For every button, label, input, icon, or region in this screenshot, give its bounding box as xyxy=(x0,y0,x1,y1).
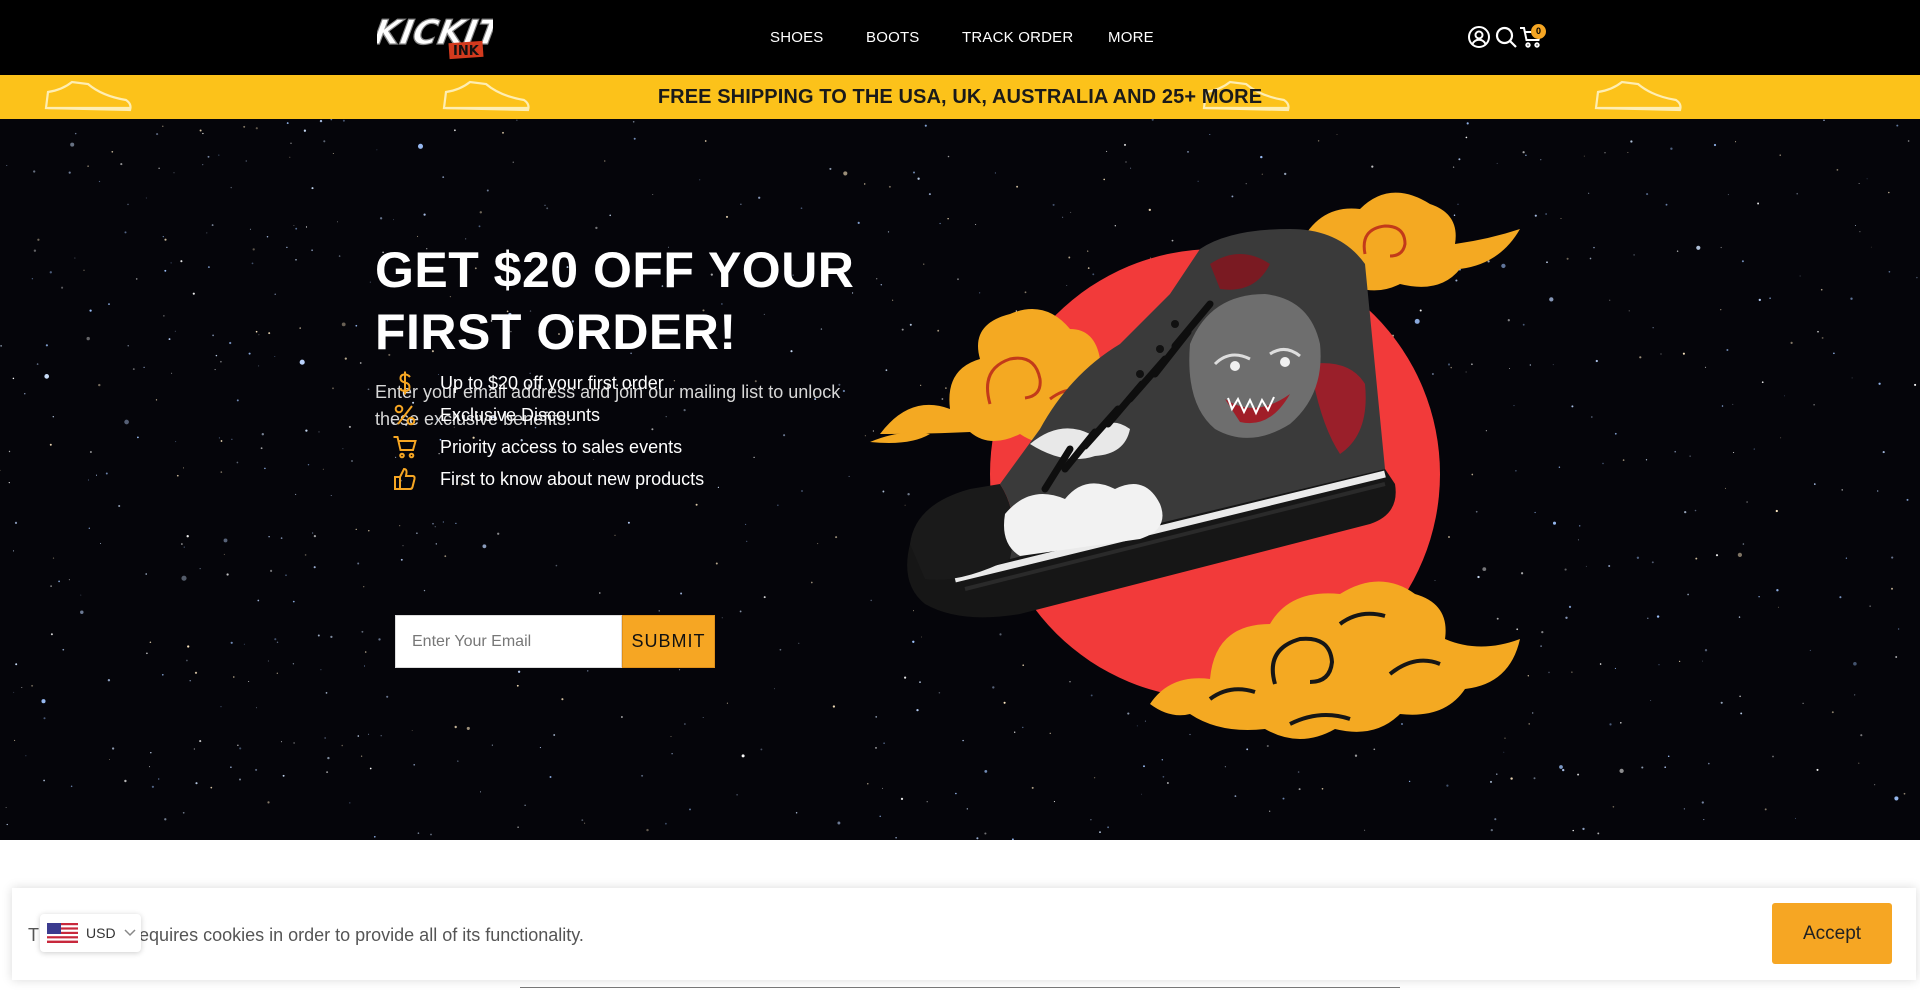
search-icon[interactable] xyxy=(1494,25,1518,49)
percent-icon xyxy=(394,404,416,426)
accept-cookies-button[interactable]: Accept xyxy=(1772,903,1892,964)
newsletter-hero: GET $20 OFF YOUR FIRST ORDER! Enter your… xyxy=(0,119,1920,840)
benefit-item: Priority access to sales events xyxy=(392,433,682,461)
benefit-item: First to know about new products xyxy=(392,465,704,493)
benefit-text: Priority access to sales events xyxy=(440,436,683,457)
nav-item-boots[interactable]: BOOTS xyxy=(866,29,920,46)
currency-label: USD xyxy=(86,925,116,941)
us-flag-icon xyxy=(47,923,78,943)
benefit-text: Exclusive Discounts xyxy=(440,404,601,425)
dollar-icon xyxy=(399,371,411,395)
cart-count-badge: 0 xyxy=(1531,24,1546,39)
cart-icon xyxy=(393,436,417,459)
benefit-text: Up to $20 off your first order xyxy=(440,372,664,393)
chevron-down-icon xyxy=(124,929,136,937)
submit-button[interactable]: SUBMIT xyxy=(622,615,715,668)
nav-item-more[interactable]: MORE xyxy=(1108,29,1154,46)
thumbs-up-icon xyxy=(394,467,416,490)
email-input[interactable]: Enter Your Email xyxy=(395,615,622,668)
benefit-item: Up to $20 off your first order xyxy=(392,369,664,397)
main-nav: SHOES BOOTS TRACK ORDER MORE xyxy=(0,0,1920,75)
currency-selector[interactable]: USD xyxy=(40,914,141,952)
benefit-text: First to know about new products xyxy=(440,468,705,489)
site-header: KICKIT INK SHOES BOOTS TRACK ORDER MORE … xyxy=(0,0,1920,75)
shipping-banner: FREE SHIPPING TO THE USA, UK, AUSTRALIA … xyxy=(0,75,1920,119)
nav-item-shoes[interactable]: SHOES xyxy=(770,29,824,46)
shipping-text: FREE SHIPPING TO THE USA, UK, AUSTRALIA … xyxy=(657,86,1263,108)
hero-title: GET $20 OFF YOUR FIRST ORDER! xyxy=(375,242,855,360)
account-icon[interactable] xyxy=(1467,25,1491,49)
divider xyxy=(520,987,1400,988)
benefit-item: Exclusive Discounts xyxy=(392,401,600,429)
cookie-consent-bar: This website requires cookies in order t… xyxy=(12,888,1916,980)
nav-item-track-order[interactable]: TRACK ORDER xyxy=(962,29,1073,46)
dragon-sneaker-image xyxy=(870,192,1520,739)
